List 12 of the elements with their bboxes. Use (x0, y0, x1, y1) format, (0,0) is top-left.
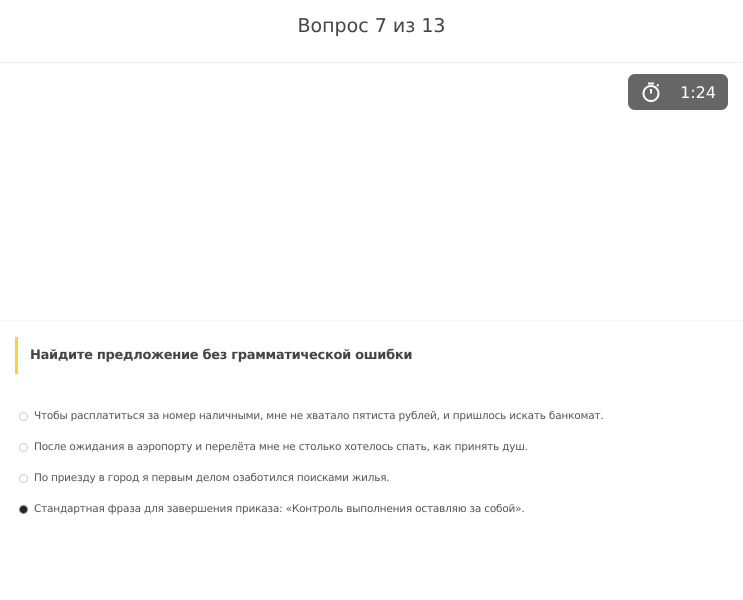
radio-button[interactable] (19, 442, 28, 452)
answer-option[interactable]: Чтобы расплатиться за номер наличными, мне не хватало пятиста рублей, и пришлось искать банкомат. (34, 410, 604, 422)
answer-option[interactable]: После ожидания в аэропорту и перелёта мне не столько хотелось спать, как принять душ. (34, 441, 528, 453)
radio-button[interactable] (19, 412, 28, 420)
timer-text: 1:24 (680, 82, 716, 102)
question-prompt: Найдите предложение без грамматической ошибки (30, 348, 412, 363)
radio-button[interactable] (19, 504, 28, 514)
stopwatch-icon (640, 81, 662, 103)
answer-option[interactable]: По приезду в город я первым делом озаботился поисками жилья. (34, 472, 390, 484)
answer-option[interactable]: Стандартная фраза для завершения приказа: «Контроль выполнения оставляю за собой». (34, 503, 525, 515)
page-title: Вопрос 7 из 13 (297, 15, 446, 39)
radio-button[interactable] (19, 474, 28, 482)
